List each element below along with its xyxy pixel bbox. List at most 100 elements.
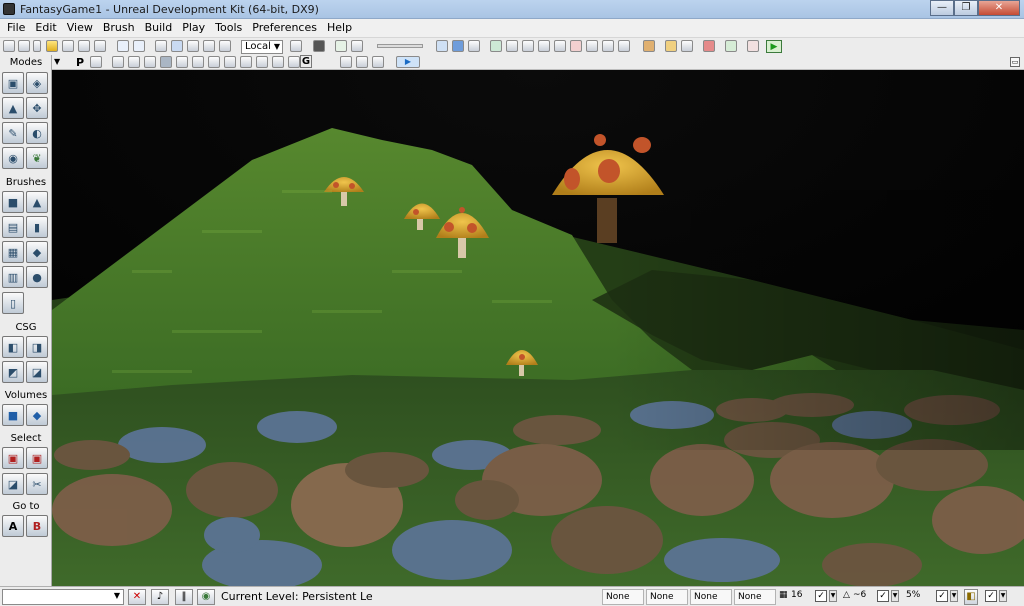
scale-nonuniform-icon[interactable] — [219, 40, 231, 52]
detail-lighting-icon[interactable] — [176, 56, 188, 68]
cube-brush-icon[interactable]: ■ — [2, 191, 24, 213]
save-current-icon[interactable] — [94, 40, 106, 52]
cooking-icon[interactable] — [681, 40, 693, 52]
open-folder-icon[interactable] — [18, 40, 30, 52]
sheet-brush-icon[interactable]: ◆ — [26, 241, 48, 263]
brush-wireframe-icon[interactable] — [112, 56, 124, 68]
maximize-button[interactable]: ❐ — [954, 0, 978, 16]
drag-grid-checkbox[interactable]: ✓ — [985, 590, 997, 602]
cylinder-brush-icon[interactable]: ▮ — [26, 216, 48, 238]
build-geometry-icon[interactable] — [436, 40, 448, 52]
goto-actor-button[interactable]: A — [2, 515, 24, 537]
camera-lock-icon[interactable] — [90, 56, 102, 68]
landscape-mode-icon[interactable]: ◐ — [26, 122, 48, 144]
eye-icon[interactable] — [318, 56, 330, 68]
viewport-menu-icon[interactable]: ▼ — [54, 56, 64, 68]
close-button[interactable]: ✕ — [978, 0, 1020, 16]
grid-snap-checkbox[interactable]: ✓ — [815, 590, 827, 602]
level-slot-4[interactable]: None — [734, 589, 776, 605]
shader-complexity-icon[interactable] — [240, 56, 252, 68]
perspective-view-button[interactable]: P — [76, 56, 84, 69]
level-slot-2[interactable]: None — [646, 589, 688, 605]
coordinate-system-dropdown[interactable]: Local ▼ — [241, 40, 283, 54]
play-on-pc-icon[interactable] — [703, 40, 715, 52]
map-icon[interactable] — [643, 40, 655, 52]
game-view-button[interactable]: G — [300, 55, 312, 68]
console-icon[interactable] — [725, 40, 737, 52]
curved-stair-brush-icon[interactable]: ▤ — [2, 216, 24, 238]
nav-mesh-icon[interactable] — [554, 40, 566, 52]
select-invert-icon[interactable]: ◪ — [2, 473, 24, 495]
realtime-preview-icon[interactable] — [340, 56, 352, 68]
lock-selection-icon[interactable] — [356, 56, 368, 68]
level-slot-1[interactable]: None — [602, 589, 644, 605]
path-network-icon[interactable] — [538, 40, 550, 52]
lit-icon[interactable] — [160, 56, 172, 68]
build-paths-icon[interactable] — [468, 40, 480, 52]
csg-deintersect-icon[interactable]: ◪ — [26, 361, 48, 383]
binoculars-icon[interactable] — [290, 40, 302, 52]
csg-subtract-icon[interactable]: ◨ — [26, 336, 48, 358]
menu-view[interactable]: View — [62, 19, 98, 37]
content-browser-icon[interactable] — [313, 40, 325, 52]
menu-file[interactable]: File — [2, 19, 30, 37]
lighting-only-lightmap-icon[interactable] — [272, 56, 284, 68]
scale-snap-dropdown[interactable]: ▼ — [950, 590, 958, 602]
rotation-snap-checkbox[interactable]: ✓ — [877, 590, 889, 602]
save-icon[interactable] — [62, 40, 74, 52]
minimize-button[interactable]: — — [930, 0, 954, 16]
menu-edit[interactable]: Edit — [30, 19, 61, 37]
build-lighting-icon[interactable] — [452, 40, 464, 52]
autosave-icon[interactable]: ◧ — [964, 589, 978, 605]
menu-build[interactable]: Build — [140, 19, 178, 37]
cover-nodes-icon[interactable] — [506, 40, 518, 52]
perspective-viewport[interactable] — [52, 70, 1024, 586]
pause-icon[interactable]: ‖ — [175, 589, 193, 605]
csg-add-icon[interactable]: ◧ — [2, 336, 24, 358]
wireframe-icon[interactable] — [128, 56, 140, 68]
linear-stair-brush-icon[interactable]: ▦ — [2, 241, 24, 263]
lightmass-icon[interactable] — [586, 40, 598, 52]
spiral-stair-brush-icon[interactable]: ▥ — [2, 266, 24, 288]
play-in-viewport-icon[interactable]: ▶ — [396, 56, 420, 68]
unreal-logo-icon[interactable] — [3, 3, 15, 15]
lighting-only-icon[interactable] — [192, 56, 204, 68]
light-complexity-icon[interactable] — [208, 56, 220, 68]
package-icon[interactable] — [665, 40, 677, 52]
menu-preferences[interactable]: Preferences — [247, 19, 322, 37]
find-actor-icon[interactable] — [618, 40, 630, 52]
csg-intersect-icon[interactable]: ◩ — [2, 361, 24, 383]
scale-snap-checkbox[interactable]: ✓ — [936, 590, 948, 602]
menu-tools[interactable]: Tools — [210, 19, 247, 37]
grid-size-dropdown[interactable]: ▼ — [829, 590, 837, 602]
terrain-mode-icon[interactable]: ▲ — [2, 97, 24, 119]
mesh-paint-icon[interactable]: ✎ — [2, 122, 24, 144]
drag-grid-dropdown[interactable]: ▼ — [999, 590, 1007, 602]
lighting-quality-icon[interactable] — [570, 40, 582, 52]
menu-help[interactable]: Help — [322, 19, 357, 37]
volumetric-brush-icon[interactable]: ▯ — [2, 292, 24, 314]
goto-builder-brush-button[interactable]: B — [26, 515, 48, 537]
hide-selected-icon[interactable]: ▣ — [26, 447, 48, 469]
maximize-viewport-icon[interactable]: ▭ — [1010, 57, 1020, 67]
pin-icon[interactable] — [450, 56, 462, 68]
move-mode-icon[interactable]: ✥ — [26, 97, 48, 119]
menu-play[interactable]: Play — [177, 19, 210, 37]
new-document-icon[interactable] — [3, 40, 15, 52]
favorites-icon[interactable] — [46, 40, 58, 52]
foliage-mode-icon[interactable]: ❦ — [26, 147, 48, 169]
select-arrow-icon[interactable] — [155, 40, 167, 52]
cancel-icon[interactable]: ✕ — [128, 589, 146, 605]
geometry-mode-icon[interactable]: ◈ — [26, 72, 48, 94]
texture-align-icon[interactable]: ◉ — [2, 147, 24, 169]
kismet-icon[interactable] — [335, 40, 347, 52]
matinee-icon[interactable] — [351, 40, 363, 52]
add-special-volume-icon[interactable]: ◆ — [26, 404, 48, 426]
drag-grid-slider[interactable] — [377, 44, 423, 48]
cone-brush-icon[interactable]: ▲ — [26, 191, 48, 213]
kismet-debug-icon[interactable] — [747, 40, 759, 52]
path-nodes-icon[interactable] — [522, 40, 534, 52]
lightmap-density-icon[interactable] — [256, 56, 268, 68]
save-all-icon[interactable] — [78, 40, 90, 52]
translate-icon[interactable] — [171, 40, 183, 52]
